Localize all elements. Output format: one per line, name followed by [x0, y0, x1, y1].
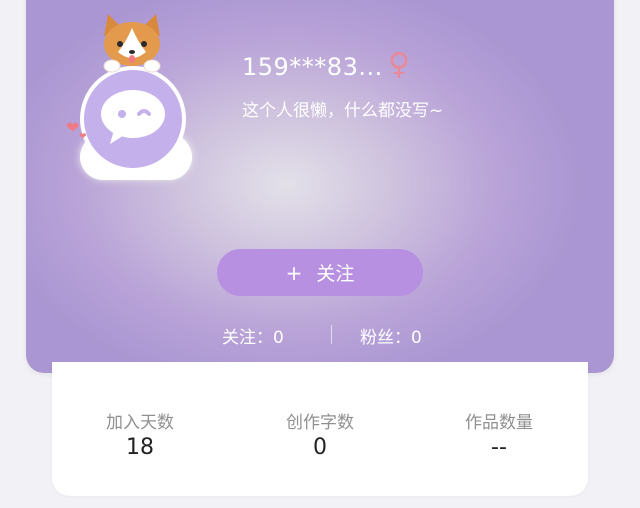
plus-icon: +: [285, 260, 303, 285]
stat-label: 创作字数: [286, 413, 354, 433]
stat-label: 加入天数: [106, 413, 174, 433]
stat-value: --: [491, 435, 507, 460]
stat-value: 0: [313, 435, 327, 460]
avatar[interactable]: ❤ ❤: [66, 8, 206, 188]
follow-button[interactable]: + 关注: [217, 249, 423, 296]
heart-small-icon: ❤: [79, 132, 87, 142]
counts-divider: [331, 325, 332, 344]
female-icon: ♀: [388, 47, 410, 82]
follow-label: 关注: [316, 263, 355, 285]
stat-join-days: 加入天数 18: [70, 408, 210, 460]
bio-text: 这个人很懒，什么都没写~: [242, 101, 444, 121]
corgi-icon: [103, 14, 161, 73]
following-count[interactable]: 关注：0: [222, 323, 284, 348]
chat-bubble-icon: [101, 90, 165, 144]
stat-word-count: 创作字数 0: [250, 408, 390, 460]
username: 159***83...: [242, 53, 383, 81]
fans-count[interactable]: 粉丝：0: [360, 323, 422, 348]
avatar-circle: [80, 66, 186, 172]
stat-value: 18: [126, 435, 154, 460]
stat-works-count: 作品数量 --: [429, 408, 569, 460]
heart-icon: ❤: [66, 118, 80, 137]
stat-label: 作品数量: [465, 413, 533, 433]
